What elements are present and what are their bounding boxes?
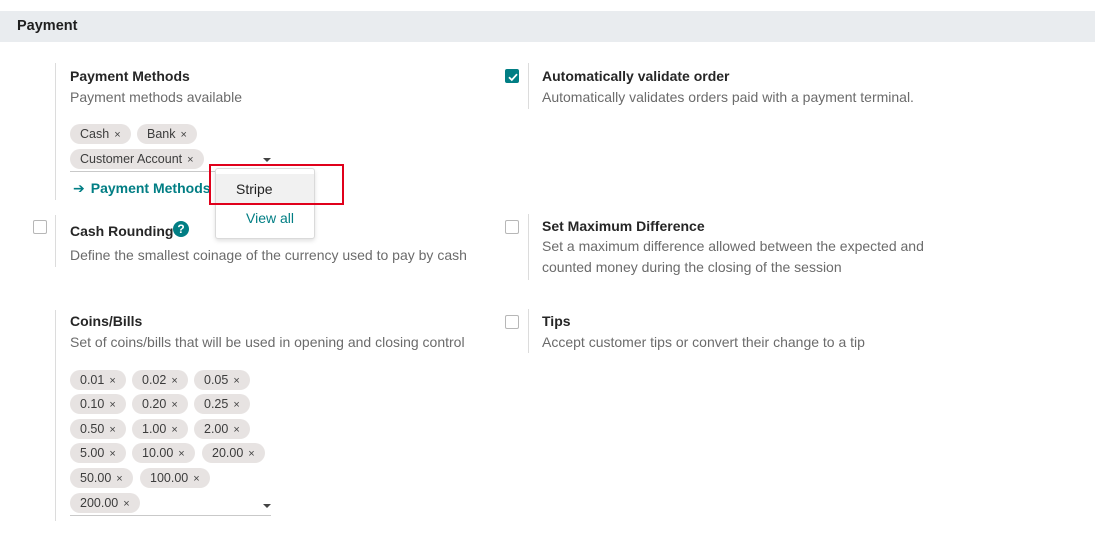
- divider: [55, 310, 56, 521]
- tag-cash[interactable]: Cash ×: [70, 124, 131, 144]
- tag-coin[interactable]: 5.00 ×: [70, 443, 126, 463]
- tag-coin[interactable]: 2.00 ×: [194, 419, 250, 439]
- coins-bills-input[interactable]: [70, 515, 271, 516]
- divider: [528, 309, 529, 353]
- tag-label: 200.00: [80, 496, 119, 510]
- tag-coin[interactable]: 10.00 ×: [132, 443, 195, 463]
- cash-rounding-checkbox[interactable]: [33, 220, 47, 234]
- tag-label: 20.00: [212, 446, 244, 460]
- payment-methods-title: Payment Methods: [70, 68, 190, 84]
- check-icon: [508, 73, 518, 82]
- tag-label: 0.25: [204, 397, 229, 411]
- tag-label: 50.00: [80, 471, 112, 485]
- tag-label: Cash: [80, 127, 110, 141]
- help-icon[interactable]: ?: [173, 221, 189, 237]
- remove-tag-icon[interactable]: ×: [171, 399, 177, 411]
- tag-label: 0.05: [204, 373, 229, 387]
- tag-bank[interactable]: Bank ×: [137, 124, 197, 144]
- remove-tag-icon[interactable]: ×: [109, 448, 115, 460]
- remove-tag-icon[interactable]: ×: [109, 375, 115, 387]
- tag-label: 1.00: [142, 422, 167, 436]
- divider: [55, 215, 56, 267]
- highlight-annotation: [209, 164, 344, 205]
- remove-tag-icon[interactable]: ×: [114, 129, 120, 141]
- tag-coin[interactable]: 0.02 ×: [132, 370, 188, 390]
- tag-coin[interactable]: 1.00 ×: [132, 419, 188, 439]
- tips-description: Accept customer tips or convert their ch…: [542, 334, 865, 350]
- divider: [528, 214, 529, 280]
- remove-tag-icon[interactable]: ×: [233, 424, 239, 436]
- tag-label: 2.00: [204, 422, 229, 436]
- remove-tag-icon[interactable]: ×: [233, 399, 239, 411]
- tag-coin[interactable]: 20.00 ×: [202, 443, 265, 463]
- tag-coin[interactable]: 0.50 ×: [70, 419, 126, 439]
- remove-tag-icon[interactable]: ×: [109, 399, 115, 411]
- divider: [528, 63, 529, 109]
- remove-tag-icon[interactable]: ×: [171, 424, 177, 436]
- section-header: Payment: [0, 11, 1095, 42]
- tag-coin[interactable]: 100.00 ×: [140, 468, 210, 488]
- auto-validate-title: Automatically validate order: [542, 68, 730, 84]
- tag-coin[interactable]: 0.10 ×: [70, 394, 126, 414]
- cash-rounding-description: Define the smallest coinage of the curre…: [70, 247, 467, 263]
- chevron-down-icon[interactable]: [263, 504, 271, 508]
- divider: [55, 63, 56, 200]
- coins-bills-description: Set of coins/bills that will be used in …: [70, 334, 465, 350]
- auto-validate-checkbox[interactable]: [505, 69, 519, 83]
- arrow-right-icon: ➔: [73, 180, 85, 196]
- tag-label: 5.00: [80, 446, 105, 460]
- tips-title: Tips: [542, 313, 571, 329]
- max-difference-title: Set Maximum Difference: [542, 218, 705, 234]
- remove-tag-icon[interactable]: ×: [178, 448, 184, 460]
- auto-validate-description: Automatically validates orders paid with…: [542, 89, 914, 105]
- remove-tag-icon[interactable]: ×: [193, 473, 199, 485]
- remove-tag-icon[interactable]: ×: [123, 498, 129, 510]
- cash-rounding-title: Cash Rounding: [70, 223, 174, 239]
- max-difference-checkbox[interactable]: [505, 220, 519, 234]
- payment-methods-link[interactable]: ➔ Payment Methods: [73, 180, 211, 197]
- tag-label: 0.02: [142, 373, 167, 387]
- remove-tag-icon[interactable]: ×: [181, 129, 187, 141]
- tag-coin[interactable]: 50.00 ×: [70, 468, 133, 488]
- remove-tag-icon[interactable]: ×: [116, 473, 122, 485]
- tag-label: 0.50: [80, 422, 105, 436]
- dropdown-view-all[interactable]: View all: [216, 206, 314, 230]
- remove-tag-icon[interactable]: ×: [248, 448, 254, 460]
- link-label: Payment Methods: [90, 180, 211, 196]
- tag-label: 0.10: [80, 397, 105, 411]
- tag-label: Bank: [147, 127, 176, 141]
- section-title: Payment: [17, 18, 78, 34]
- max-difference-description-line1: Set a maximum difference allowed between…: [542, 238, 924, 254]
- tag-coin[interactable]: 0.01 ×: [70, 370, 126, 390]
- remove-tag-icon[interactable]: ×: [187, 154, 193, 166]
- tag-label: 0.20: [142, 397, 167, 411]
- tag-coin[interactable]: 0.20 ×: [132, 394, 188, 414]
- max-difference-description-line2: counted money during the closing of the …: [542, 259, 842, 275]
- remove-tag-icon[interactable]: ×: [171, 375, 177, 387]
- tag-coin[interactable]: 200.00 ×: [70, 493, 140, 513]
- payment-methods-description: Payment methods available: [70, 89, 242, 105]
- tag-customer-account[interactable]: Customer Account ×: [70, 149, 204, 169]
- coins-bills-title: Coins/Bills: [70, 313, 143, 329]
- chevron-down-icon[interactable]: [263, 158, 271, 162]
- remove-tag-icon[interactable]: ×: [233, 375, 239, 387]
- tag-coin[interactable]: 0.25 ×: [194, 394, 250, 414]
- tag-label: Customer Account: [80, 152, 183, 166]
- remove-tag-icon[interactable]: ×: [109, 424, 115, 436]
- tag-label: 100.00: [150, 471, 189, 485]
- tips-checkbox[interactable]: [505, 315, 519, 329]
- tag-coin[interactable]: 0.05 ×: [194, 370, 250, 390]
- tag-label: 0.01: [80, 373, 105, 387]
- tag-label: 10.00: [142, 446, 174, 460]
